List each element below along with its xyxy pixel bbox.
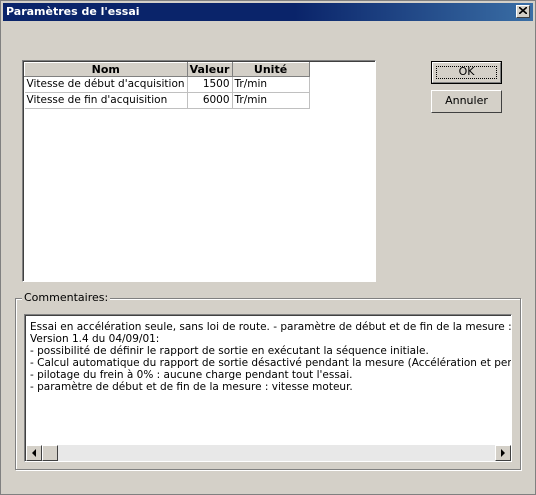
comment-line: - Calcul automatique du rapport de sorti… [30,357,512,369]
scroll-thumb[interactable] [42,445,58,461]
cell-unit[interactable]: Tr/min [232,92,310,109]
dialog-window: Paramètres de l'essai Nom Valeur Unité V… [0,0,536,495]
scroll-right-button[interactable] [495,445,511,461]
arrow-left-icon [32,449,36,457]
cell-name[interactable]: Vitesse de début d'acquisition [24,76,188,93]
cancel-button-label: Annuler [445,94,488,107]
table-header-row: Nom Valeur Unité [24,62,310,77]
cell-name[interactable]: Vitesse de fin d'acquisition [24,92,188,109]
column-header-value[interactable]: Valeur [186,62,233,77]
window-title: Paramètres de l'essai [6,5,140,18]
arrow-right-icon [501,449,505,457]
parameters-table: Nom Valeur Unité Vitesse de début d'acqu… [24,62,310,109]
cell-value[interactable]: 1500 [187,76,233,93]
column-header-name[interactable]: Nom [24,62,188,77]
horizontal-scrollbar[interactable] [26,445,511,461]
comment-line: Version 1.4 du 04/09/01: [30,333,160,345]
table-row[interactable]: Vitesse de début d'acquisition 1500 Tr/m… [24,76,310,93]
comments-textarea[interactable]: Essai en accélération seule, sans loi de… [24,314,512,462]
cell-value[interactable]: 6000 [187,92,233,109]
title-bar[interactable]: Paramètres de l'essai [3,3,533,21]
column-header-unit[interactable]: Unité [231,62,310,77]
comment-line: Essai en accélération seule, sans loi de… [30,321,512,333]
cell-unit[interactable]: Tr/min [232,76,310,93]
scroll-left-button[interactable] [26,445,42,461]
ok-button[interactable]: OK [431,61,502,84]
ok-button-label: OK [458,65,475,78]
cancel-button[interactable]: Annuler [431,90,502,113]
comment-line: - pilotage du frein à 0% : aucune charge… [30,369,353,381]
close-icon [519,7,527,14]
comment-line: - paramètre de début et de fin de la mes… [30,381,353,393]
close-button[interactable] [516,5,530,18]
comments-label: Commentaires: [22,291,111,304]
comment-line: - possibilité de définir le rapport de s… [30,345,429,357]
table-row[interactable]: Vitesse de fin d'acquisition 6000 Tr/min [24,92,310,109]
parameters-grid[interactable]: Nom Valeur Unité Vitesse de début d'acqu… [22,60,376,282]
